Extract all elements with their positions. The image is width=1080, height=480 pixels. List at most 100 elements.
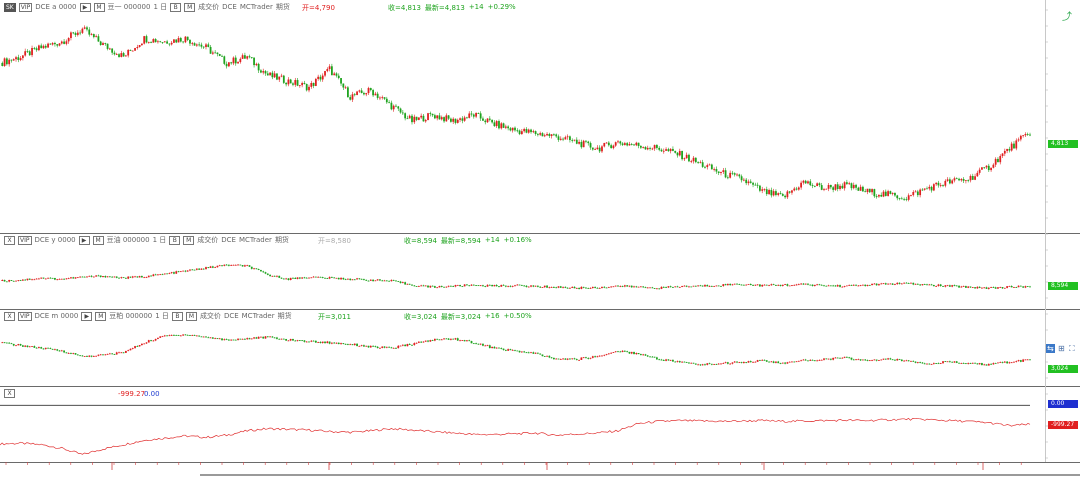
candlestick [205, 266, 207, 270]
menu-box[interactable]: M [93, 2, 105, 12]
candlestick [248, 337, 251, 340]
latest-label: 最新=4,813 [424, 4, 465, 12]
candlestick [415, 116, 418, 122]
candlestick [319, 74, 322, 82]
candlestick [303, 80, 306, 85]
grid-icon[interactable]: ⊞ [1058, 344, 1065, 353]
candlestick [907, 193, 910, 202]
candlestick [450, 285, 452, 287]
candlestick [262, 68, 265, 75]
candlestick [255, 336, 258, 339]
candlestick [333, 277, 336, 279]
close-box[interactable]: X [4, 311, 15, 321]
candlestick [811, 359, 814, 361]
candlestick [269, 274, 271, 277]
candlestick [99, 353, 102, 356]
candlestick [694, 285, 697, 287]
candlestick [997, 286, 999, 289]
candlestick [383, 346, 386, 349]
vip-box[interactable]: VIP [18, 2, 33, 12]
candlestick [182, 334, 185, 336]
candlestick [438, 339, 441, 341]
horizontal-scrollbar[interactable] [200, 474, 1080, 476]
candlestick [312, 340, 315, 342]
candlestick [626, 350, 629, 353]
fullscreen-icon[interactable]: ⛶ [1069, 344, 1075, 354]
candlestick [102, 275, 104, 278]
b-box[interactable]: B [170, 2, 182, 12]
candlestick [257, 268, 260, 271]
m-box[interactable]: M [185, 311, 197, 321]
candlestick [960, 362, 963, 364]
candlestick [845, 179, 848, 185]
candlestick [857, 358, 860, 361]
candlestick [896, 194, 899, 201]
candlestick [102, 354, 104, 356]
candlestick [582, 357, 585, 359]
swap-icon[interactable]: ⇆ [1046, 344, 1055, 353]
candlestick [51, 348, 54, 350]
candlestick [337, 342, 340, 345]
candlestick [779, 191, 782, 195]
candlestick [266, 273, 269, 276]
close-box[interactable]: X [4, 235, 15, 245]
candlestick [685, 361, 688, 363]
candlestick [745, 178, 748, 186]
candlestick [198, 335, 201, 337]
trend-icon[interactable]: ⤴ [1062, 8, 1072, 23]
candlestick [470, 340, 473, 344]
candlestick [868, 359, 871, 362]
vip-box[interactable]: VIP [18, 311, 32, 321]
candlestick [710, 163, 713, 170]
candlestick [763, 359, 766, 361]
b-box[interactable]: B [171, 311, 183, 321]
candlestick [797, 186, 800, 191]
candlestick [150, 41, 152, 44]
candlestick [928, 363, 931, 365]
candlestick [296, 78, 299, 87]
menu-box[interactable]: M [95, 311, 107, 321]
candlestick [646, 354, 649, 358]
candlestick [195, 268, 198, 271]
candlestick [619, 350, 622, 353]
candlestick [898, 197, 901, 201]
candlestick [807, 180, 809, 185]
candlestick [891, 283, 894, 285]
b-box[interactable]: B [169, 235, 181, 245]
candlestick [115, 351, 118, 355]
candlestick [305, 341, 308, 343]
candlestick [342, 277, 345, 280]
candlestick [543, 285, 546, 288]
candlestick [550, 356, 553, 359]
candlestick [653, 144, 656, 151]
play-button[interactable]: ▶ [79, 2, 91, 12]
candlestick [475, 112, 477, 119]
candlestick [424, 118, 427, 123]
candlestick [452, 338, 455, 340]
candlestick [395, 280, 397, 282]
candlestick [974, 173, 976, 181]
candlestick [363, 91, 365, 96]
candlestick [202, 46, 205, 49]
candlestick [994, 157, 997, 168]
candlestick [884, 358, 887, 360]
candlestick [791, 284, 793, 287]
m-box[interactable]: M [184, 2, 196, 12]
candlestick [303, 340, 306, 343]
play-button[interactable]: ▶ [81, 311, 93, 321]
candlestick [431, 113, 434, 117]
play-button[interactable]: ▶ [78, 235, 90, 245]
vip-box[interactable]: VIP [18, 235, 32, 245]
candlestick [353, 279, 356, 281]
settings-box[interactable]: SK [4, 2, 16, 12]
close-box[interactable]: X [4, 388, 15, 398]
candlestick [569, 135, 571, 143]
m-box[interactable]: M [183, 235, 195, 245]
candlestick [868, 188, 871, 193]
candlestick [921, 188, 924, 191]
candlestick [759, 359, 761, 361]
candlestick [440, 115, 443, 121]
candlestick [491, 284, 494, 287]
candlestick [948, 284, 951, 288]
menu-box[interactable]: M [92, 235, 104, 245]
